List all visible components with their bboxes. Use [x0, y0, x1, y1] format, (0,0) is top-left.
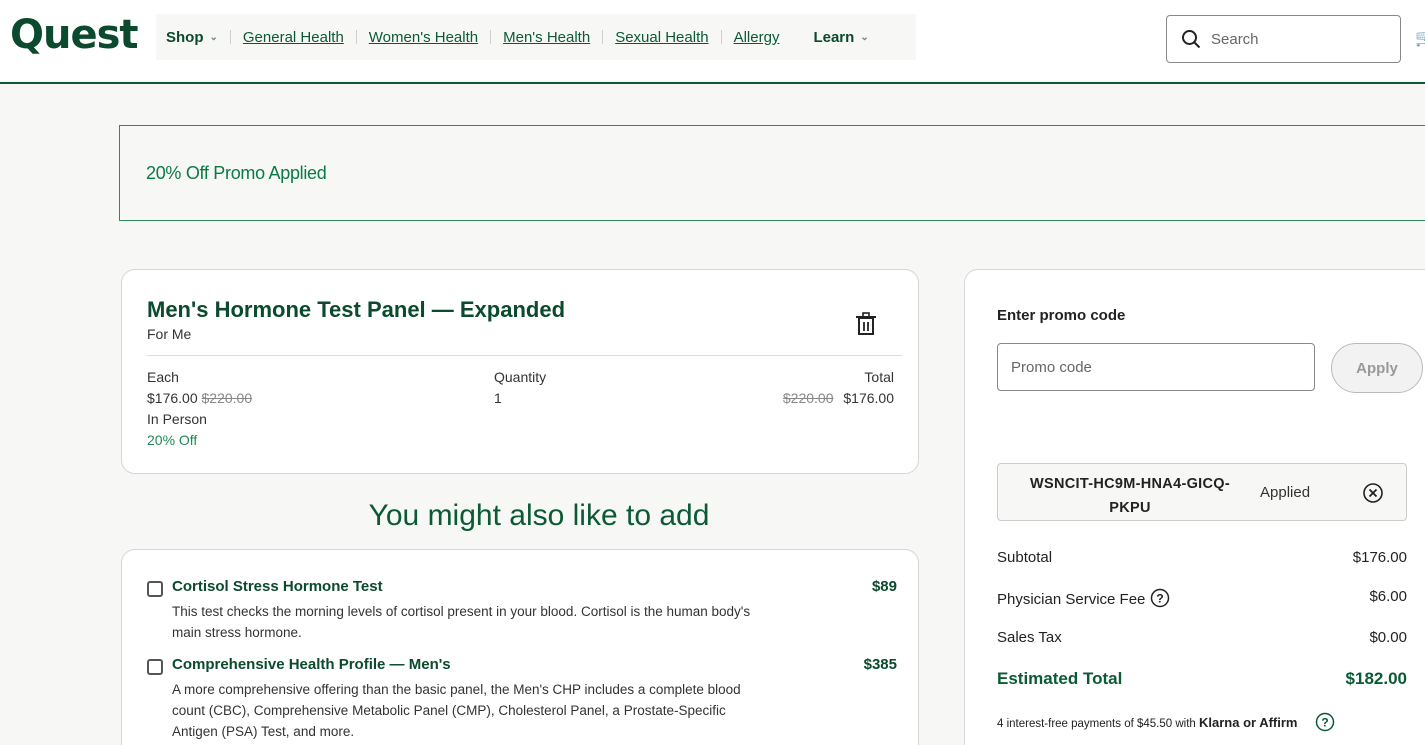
chevron-down-icon: ⌄ [209, 31, 218, 43]
upsell-item-price: $89 [871, 578, 897, 595]
cart-icon[interactable]: 🛒 [1415, 28, 1425, 48]
upsell-item-description: A more comprehensive offering than the b… [172, 682, 741, 739]
quantity-label: Quantity [494, 369, 547, 385]
each-label: Each [147, 369, 179, 385]
divider [147, 355, 902, 356]
nav-divider [602, 30, 604, 44]
installments-providers: Klarna or Affirm [1199, 715, 1298, 730]
upsell-item-name[interactable]: Cortisol Stress Hormone Test [172, 578, 383, 595]
upsell-checkbox[interactable] [147, 581, 163, 597]
nav-divider [229, 30, 231, 44]
product-title: Men's Hormone Test Panel — Expanded [147, 297, 566, 322]
physician-fee-value: $6.00 [1369, 588, 1407, 605]
top-navigation: Quest Shop ⌄ General Health Women's Healt… [0, 0, 1425, 84]
svg-text:?: ? [1156, 592, 1163, 606]
applied-status: Applied [1260, 484, 1311, 501]
total-price-group: $220.00 $176.00 [783, 390, 894, 406]
subtotal-row: Subtotal $176.00 [997, 549, 1407, 566]
promo-code-label: Enter promo code [997, 307, 1126, 324]
quest-logo[interactable]: Quest [10, 12, 139, 58]
sales-tax-value: $0.00 [1369, 629, 1407, 646]
quantity-value: 1 [494, 390, 502, 406]
promo-code-input[interactable]: Promo code [997, 343, 1315, 391]
physician-fee-label: Physician Service Fee [997, 591, 1146, 608]
upsell-item-price: $385 [863, 656, 897, 673]
nav-sexual-health[interactable]: Sexual Health [615, 29, 708, 46]
estimated-total-row: Estimated Total $182.00 [997, 669, 1407, 689]
nav-general-health[interactable]: General Health [243, 29, 344, 46]
estimated-total-label: Estimated Total [997, 669, 1123, 688]
nav-mens-health[interactable]: Men's Health [503, 29, 590, 46]
nav-shop[interactable]: Shop ⌄ [166, 29, 218, 46]
cart-item-card: Men's Hormone Test Panel — Expanded For … [121, 269, 919, 474]
search-icon [1182, 30, 1201, 49]
upsell-item-description: This test checks the morning levels of c… [172, 604, 751, 640]
nav-womens-health[interactable]: Women's Health [369, 29, 478, 46]
total-label: Total [864, 369, 894, 385]
order-summary-card: Enter promo code Promo code Apply WSNCIT… [964, 269, 1425, 745]
estimated-total-value: $182.00 [1345, 669, 1407, 688]
installments-note: 4 interest-free payments of $45.50 with … [997, 712, 1335, 732]
each-price: $176.00 [147, 390, 198, 406]
upsell-heading: You might also like to add [368, 499, 710, 532]
visit-type: In Person [147, 411, 207, 427]
remove-promo-icon[interactable] [1362, 482, 1384, 504]
nav-divider [490, 30, 492, 44]
subtotal-value: $176.00 [1352, 549, 1407, 566]
chevron-down-icon: ⌄ [860, 31, 869, 43]
product-recipient: For Me [147, 326, 192, 342]
help-icon[interactable]: ? [1315, 712, 1335, 732]
applied-promo-chip: WSNCIT-HC9M-HNA4-GICQ-PKPU Applied [997, 463, 1407, 521]
discount-label: 20% Off [147, 432, 198, 448]
nav-allergy[interactable]: Allergy [734, 29, 780, 46]
nav-divider [355, 30, 357, 44]
apply-promo-button[interactable]: Apply [1331, 343, 1423, 393]
upsell-checkbox[interactable] [147, 659, 163, 675]
physician-fee-row: Physician Service Fee ? $6.00 [997, 588, 1407, 608]
each-price-group: $176.00 $220.00 [147, 390, 252, 406]
subtotal-label: Subtotal [997, 549, 1053, 566]
main-nav: Shop ⌄ General Health Women's Health Men'… [156, 14, 916, 60]
upsell-item-name[interactable]: Comprehensive Health Profile — Men's [172, 656, 451, 673]
search-input[interactable]: Search [1166, 15, 1401, 63]
trash-icon[interactable] [855, 312, 877, 336]
sales-tax-row: Sales Tax $0.00 [997, 629, 1407, 646]
promo-banner-text: 20% Off Promo Applied [146, 163, 327, 183]
svg-text:?: ? [1321, 716, 1328, 730]
help-icon[interactable]: ? [1150, 588, 1170, 608]
total-price: $176.00 [843, 390, 894, 406]
search-placeholder: Search [1211, 30, 1259, 48]
promo-banner: 20% Off Promo Applied [119, 125, 1425, 221]
nav-divider [720, 30, 722, 44]
each-original-price: $220.00 [201, 390, 253, 406]
total-original-price: $220.00 [782, 390, 834, 406]
installments-text: 4 interest-free payments of $45.50 with [997, 718, 1196, 730]
applied-promo-code: WSNCIT-HC9M-HNA4-GICQ-PKPU [1030, 476, 1230, 516]
nav-learn[interactable]: Learn ⌄ [813, 29, 868, 46]
upsell-card: Cortisol Stress Hormone Test $89 This te… [121, 549, 919, 745]
sales-tax-label: Sales Tax [997, 629, 1062, 646]
